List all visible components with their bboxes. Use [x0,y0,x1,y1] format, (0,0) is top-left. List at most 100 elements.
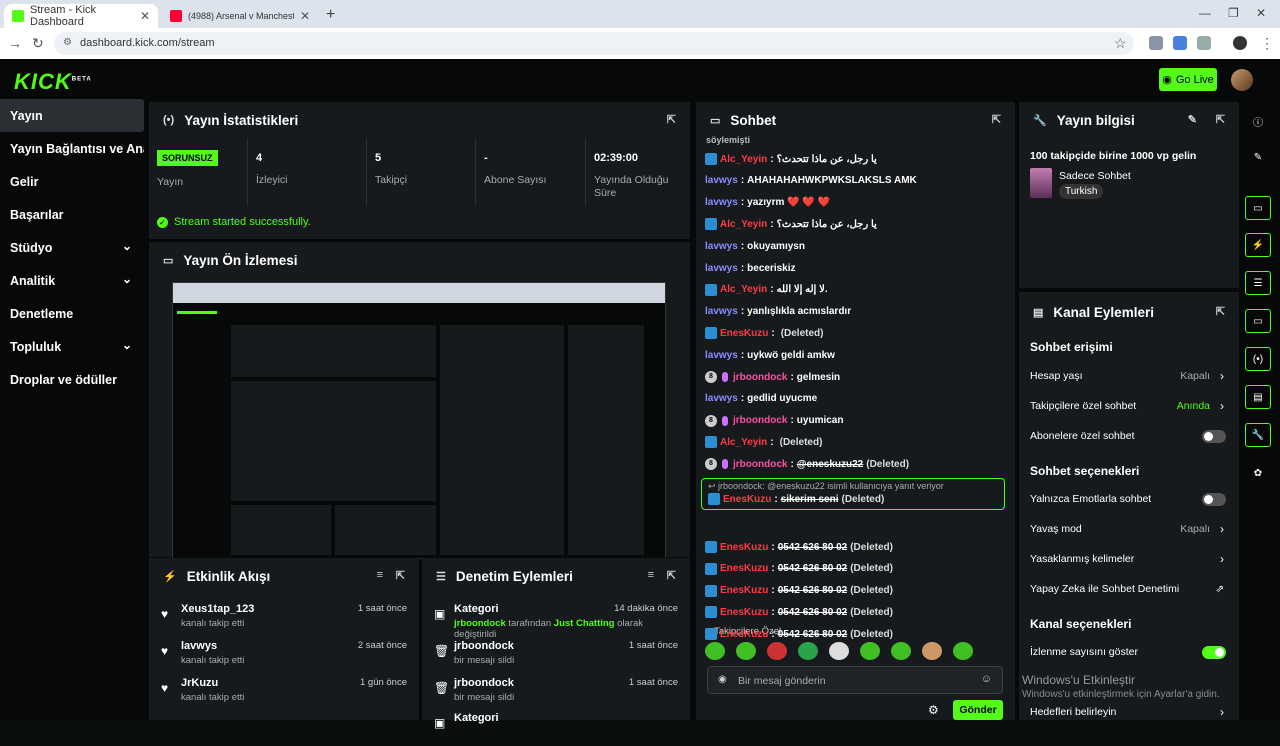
sidebar-item-analytics[interactable]: Analitik ⌄ [0,264,144,297]
minimize-icon[interactable]: — [1199,6,1211,20]
chat-username[interactable]: Alc_Yeyin [720,284,767,295]
setting-set-goals[interactable]: Hedefleri belirleyin › [1030,698,1232,726]
menu-dots-icon[interactable]: ⋮ [1260,35,1274,52]
chat-username[interactable]: lavwys [705,197,738,208]
chat-settings-icon[interactable]: ◉ [718,674,727,685]
popout-icon[interactable]: ⇱ [396,569,405,582]
sidebar-item-community[interactable]: Topluluk ⌄ [0,330,144,363]
kick-badge-icon [705,584,717,597]
emote-icon[interactable] [798,642,818,660]
activity-time: 2 saat önce [357,640,407,651]
deleted-label: (Deleted) [866,458,910,470]
stat-viewers: 4 İzleyici [248,138,367,206]
tab-kick-dashboard[interactable]: Stream - Kick Dashboard ✕ [4,4,158,28]
chat-username[interactable]: jrboondock [733,415,787,426]
mod-user[interactable]: jrboondock [454,618,506,629]
info-icon[interactable]: ⓘ [1245,109,1271,133]
emote-icon[interactable] [829,642,849,660]
mod-action-title[interactable]: jrboondock [454,677,514,689]
tab-youtube[interactable]: (4988) Arsenal v Manchester Ci ✕ [162,4,318,28]
activity-user[interactable]: Xeus1tap_123 [181,603,254,615]
chat-colon: : [771,541,775,553]
stream-stats-panel: (•) Yayın İstatistikleri ⇱ SORUNSUZ Yayı… [149,102,690,239]
mod-action-title: Kategori [454,603,499,615]
emote-icon[interactable] [736,642,756,660]
avatar[interactable] [1231,69,1253,91]
close-tab-icon[interactable]: ✕ [140,9,150,23]
heart-icon: ♥ [161,644,169,658]
popout-icon[interactable]: ⇱ [667,113,676,126]
emote-icon[interactable] [922,642,942,660]
edit-icon[interactable]: ✎ [1188,113,1197,126]
kick-badge-icon [708,493,720,505]
stream-preview-video[interactable] [172,282,666,559]
gear-icon[interactable]: ⚙ [928,703,939,717]
show-viewers-toggle[interactable] [1202,645,1226,659]
emote-icon[interactable] [953,642,973,660]
emote-icon[interactable] [767,642,787,660]
chat-username[interactable]: EnesKuzu [720,629,768,640]
filter-icon[interactable]: ≡ [377,569,383,581]
emoji-picker-icon[interactable]: ☺ [981,673,992,685]
emote-icon[interactable] [891,642,911,660]
chat-username[interactable]: EnesKuzu [720,585,768,596]
chat-username[interactable]: jrboondock [733,372,787,383]
sidebar-item-studio[interactable]: Stüdyo ⌄ [0,231,144,264]
emotes-only-toggle[interactable] [1202,492,1226,506]
popout-icon[interactable]: ⇱ [667,569,676,582]
chat-username[interactable]: jrboondock [733,459,787,470]
activity-user[interactable]: lavwys [181,640,217,652]
chat-username[interactable]: lavwys [705,393,738,404]
send-button[interactable]: Gönder [953,700,1003,720]
close-tab-icon[interactable]: ✕ [300,9,310,23]
kick-logo[interactable]: KICKBETA [14,69,92,95]
chat-username[interactable]: lavwys [705,306,738,317]
chat-username[interactable]: lavwys [705,350,738,361]
extensions-puzzle-icon[interactable] [1197,36,1211,50]
sidebar-item-revenue[interactable]: Gelir [0,165,144,198]
new-tab-icon[interactable]: + [326,6,335,24]
emote-icon[interactable] [860,642,880,660]
sidebar-item-label: Yayın Bağlantısı ve Anahtarı [10,142,144,156]
sidebar-item-moderation[interactable]: Denetleme [0,297,144,330]
close-window-icon[interactable]: ✕ [1256,6,1266,20]
translate-icon[interactable] [1173,36,1187,50]
site-info-icon[interactable]: ⚙ [63,37,72,48]
mod-action-title[interactable]: jrboondock [454,640,514,652]
maximize-icon[interactable]: ❐ [1228,6,1239,20]
chat-username[interactable]: EnesKuzu [720,328,768,339]
chat-username[interactable]: EnesKuzu [723,494,771,505]
stat-label: Yayında Olduğu Süre [594,174,669,199]
chat-message: lavwys: AHAHAHAHWKPWKSLAKSLS AMK [705,171,1280,191]
stat-value: 4 [256,152,263,164]
emote-icon[interactable] [705,642,725,660]
forward-icon[interactable]: → [8,35,22,51]
moderation-actions-panel: ☰ Denetim Eylemleri ≡ ⇱ ▣ Kategori jrboo… [422,558,690,730]
sidebar-item-drops[interactable]: Droplar ve ödüller [0,363,144,396]
profile-icon[interactable] [1233,36,1247,50]
chat-username[interactable]: EnesKuzu [720,607,768,618]
chat-username[interactable]: lavwys [705,241,738,252]
chat-username[interactable]: lavwys [705,263,738,274]
chat-username[interactable]: lavwys [705,175,738,186]
extension-shield-icon[interactable] [1149,36,1163,50]
filter-icon[interactable]: ≡ [648,569,654,581]
chat-username[interactable]: EnesKuzu [720,542,768,553]
chat-username[interactable]: Alc_Yeyin [720,154,767,165]
go-live-button[interactable]: ◉ Go Live [1159,68,1217,91]
chat-username[interactable]: EnesKuzu [720,563,768,574]
chat-username[interactable]: Alc_Yeyin [720,437,767,448]
bookmark-star-icon[interactable]: ☆ [1114,35,1127,52]
sidebar-item-achievements[interactable]: Başarılar [0,198,144,231]
url-field[interactable]: ⚙ dashboard.kick.com/stream [54,32,1134,55]
sidebar-item-stream-key[interactable]: Yayın Bağlantısı ve Anahtarı [0,132,144,165]
chat-text: AHAHAHAHWKPWKSLAKSLS AMK [747,175,917,187]
sidebar-item-yayin[interactable]: Yayın [0,99,144,132]
chat-colon: : [740,306,745,318]
chat-input[interactable]: ◉ Bir mesaj gönderin ☺ [707,666,1003,694]
popout-icon[interactable]: ⇱ [992,113,1001,126]
reload-icon[interactable]: ↻ [32,35,44,52]
activity-user[interactable]: JrKuzu [181,677,218,689]
chat-username[interactable]: Alc_Yeyin [720,219,767,230]
popout-icon[interactable]: ⇱ [1216,113,1225,126]
